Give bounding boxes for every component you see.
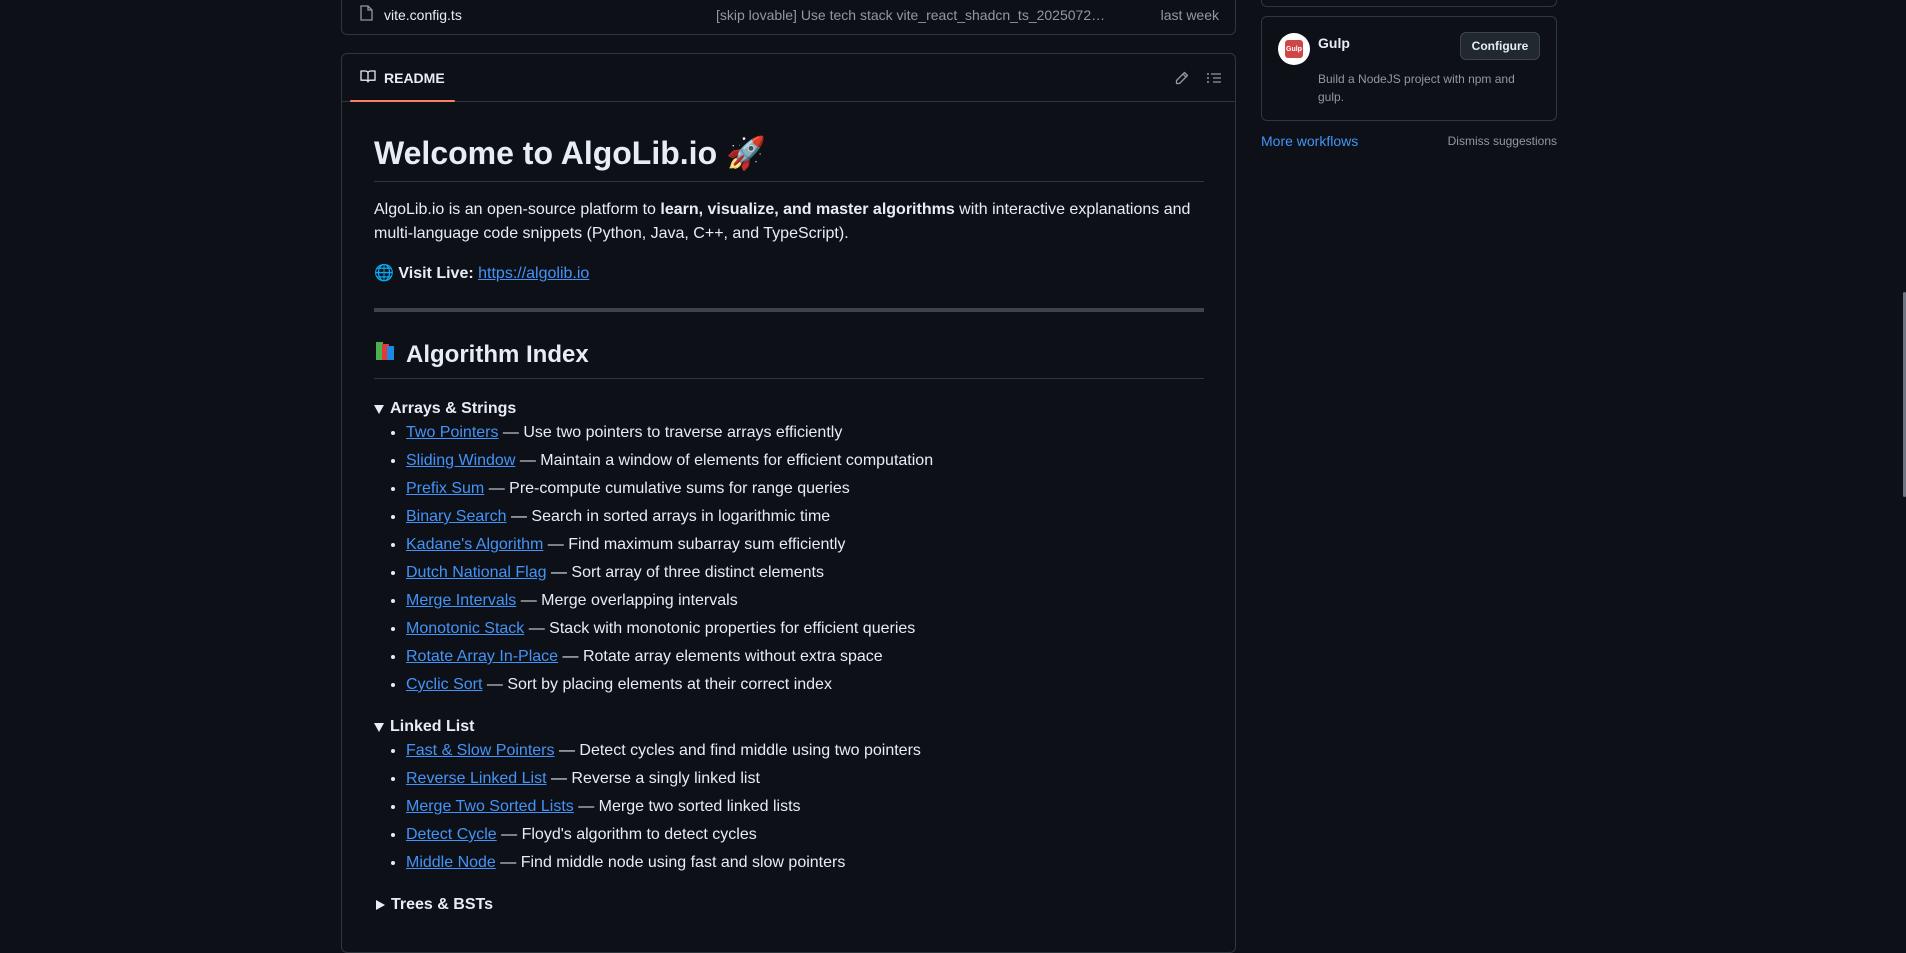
list-item: Two Pointers — Use two pointers to trave… (406, 421, 1204, 445)
linked-list-list: Fast & Slow Pointers — Detect cycles and… (374, 739, 1204, 875)
triangle-right-icon (376, 900, 385, 910)
workflow-card-gulp: Gulp Gulp Configure Build a NodeJS proje… (1261, 16, 1557, 121)
workflow-name: Gulp (1318, 35, 1350, 51)
algorithm-desc: — Use two pointers to traverse arrays ef… (498, 424, 843, 441)
algorithm-desc: — Merge overlapping intervals (516, 592, 738, 609)
books-icon (374, 340, 396, 370)
algorithm-link[interactable]: Merge Intervals (406, 592, 516, 609)
algorithm-desc: — Reverse a singly linked list (546, 770, 760, 787)
commit-time: last week (1160, 7, 1219, 23)
list-item: Middle Node — Find middle node using fas… (406, 851, 1204, 875)
section-title: Arrays & Strings (390, 400, 517, 417)
algorithm-desc: — Rotate array elements without extra sp… (558, 648, 883, 665)
algorithm-desc: — Find maximum subarray sum efficiently (543, 536, 846, 553)
algorithm-desc: — Sort by placing elements at their corr… (482, 676, 832, 693)
algorithm-link[interactable]: Sliding Window (406, 452, 515, 469)
list-item: Detect Cycle — Floyd's algorithm to dete… (406, 823, 1204, 847)
algorithm-index-heading: Algorithm Index (374, 340, 1204, 379)
visit-live-label: Visit Live: (398, 265, 474, 282)
intro-prefix: AlgoLib.io is an open-source platform to (374, 201, 661, 218)
section-toggle-linked-list[interactable]: Linked List (374, 715, 1204, 739)
globe-icon: 🌐 (374, 265, 394, 282)
algorithm-desc: — Detect cycles and find middle using tw… (554, 742, 921, 759)
list-item: Merge Intervals — Merge overlapping inte… (406, 589, 1204, 613)
algorithm-link[interactable]: Fast & Slow Pointers (406, 742, 555, 759)
algorithm-desc: — Sort array of three distinct elements (546, 564, 824, 581)
visit-live-link[interactable]: https://algolib.io (478, 265, 589, 282)
algorithm-link[interactable]: Kadane's Algorithm (406, 536, 543, 553)
file-icon (359, 5, 373, 26)
algorithm-link[interactable]: Prefix Sum (406, 480, 484, 497)
commit-message-link[interactable]: [skip lovable] Use tech stack vite_react… (716, 7, 1106, 23)
algorithm-link[interactable]: Rotate Array In-Place (406, 648, 558, 665)
triangle-down-icon (374, 722, 384, 732)
intro-paragraph: AlgoLib.io is an open-source platform to… (374, 198, 1204, 246)
book-icon (360, 69, 376, 86)
list-item: Binary Search — Search in sorted arrays … (406, 505, 1204, 529)
section-toggle-arrays[interactable]: Arrays & Strings (374, 397, 1204, 421)
list-item: Prefix Sum — Pre-compute cumulative sums… (406, 477, 1204, 501)
algorithm-desc: — Maintain a window of elements for effi… (515, 452, 934, 469)
visit-live-line: 🌐 Visit Live: https://algolib.io (374, 262, 1204, 286)
triangle-down-icon (374, 404, 384, 414)
section-toggle-trees[interactable]: Trees & BSTs (374, 893, 1204, 917)
section-title: Linked List (390, 718, 475, 735)
edit-pencil-icon[interactable] (1171, 67, 1193, 89)
list-item: Reverse Linked List — Reverse a singly l… (406, 767, 1204, 791)
gulp-logo-text: Gulp (1285, 40, 1303, 58)
algorithm-link[interactable]: Merge Two Sorted Lists (406, 798, 574, 815)
workflow-description: Build a NodeJS project with npm and gulp… (1318, 72, 1515, 104)
algorithm-desc: — Find middle node using fast and slow p… (495, 854, 846, 871)
list-item: Dutch National Flag — Sort array of thre… (406, 561, 1204, 585)
list-item: Merge Two Sorted Lists — Merge two sorte… (406, 795, 1204, 819)
more-workflows-link[interactable]: More workflows (1261, 133, 1358, 149)
workflow-card-previous (1261, 0, 1557, 7)
dismiss-suggestions-link[interactable]: Dismiss suggestions (1448, 134, 1557, 148)
algorithm-link[interactable]: Binary Search (406, 508, 507, 525)
algorithm-desc: — Stack with monotonic properties for ef… (524, 620, 916, 637)
arrays-list: Two Pointers — Use two pointers to trave… (374, 421, 1204, 697)
list-item: Kadane's Algorithm — Find maximum subarr… (406, 533, 1204, 557)
algorithm-index-title: Algorithm Index (406, 341, 589, 368)
algorithm-link[interactable]: Cyclic Sort (406, 676, 482, 693)
list-item: Fast & Slow Pointers — Detect cycles and… (406, 739, 1204, 763)
tab-readme[interactable]: README (350, 54, 455, 102)
tab-readme-label: README (384, 69, 445, 86)
outline-list-icon[interactable] (1203, 67, 1225, 89)
algorithm-link[interactable]: Monotonic Stack (406, 620, 524, 637)
readme-panel: README Welcome to AlgoLib.io 🚀 AlgoLib.i… (341, 53, 1236, 953)
list-item: Sliding Window — Maintain a window of el… (406, 449, 1204, 473)
section-title: Trees & BSTs (391, 896, 493, 913)
gulp-logo-icon: Gulp (1278, 33, 1310, 65)
readme-header: README (342, 54, 1235, 102)
algorithm-link[interactable]: Reverse Linked List (406, 770, 547, 787)
readme-title: Welcome to AlgoLib.io 🚀 (374, 133, 1204, 182)
file-row-vite-config[interactable]: vite.config.ts [skip lovable] Use tech s… (341, 0, 1236, 35)
algorithm-desc: — Search in sorted arrays in logarithmic… (506, 508, 831, 525)
file-name-link[interactable]: vite.config.ts (384, 7, 462, 23)
readme-content: Welcome to AlgoLib.io 🚀 AlgoLib.io is an… (374, 101, 1204, 917)
list-item: Rotate Array In-Place — Rotate array ele… (406, 645, 1204, 669)
algorithm-link[interactable]: Dutch National Flag (406, 564, 547, 581)
algorithm-desc: — Merge two sorted linked lists (573, 798, 801, 815)
algorithm-desc: — Floyd's algorithm to detect cycles (496, 826, 757, 843)
algorithm-desc: — Pre-compute cumulative sums for range … (484, 480, 850, 497)
list-item: Cyclic Sort — Sort by placing elements a… (406, 673, 1204, 697)
algorithm-link[interactable]: Detect Cycle (406, 826, 497, 843)
algorithm-link[interactable]: Middle Node (406, 854, 496, 871)
configure-button[interactable]: Configure (1460, 32, 1540, 60)
section-divider (374, 308, 1204, 312)
intro-bold: learn, visualize, and master algorithms (660, 201, 955, 218)
list-item: Monotonic Stack — Stack with monotonic p… (406, 617, 1204, 641)
algorithm-link[interactable]: Two Pointers (406, 424, 498, 441)
